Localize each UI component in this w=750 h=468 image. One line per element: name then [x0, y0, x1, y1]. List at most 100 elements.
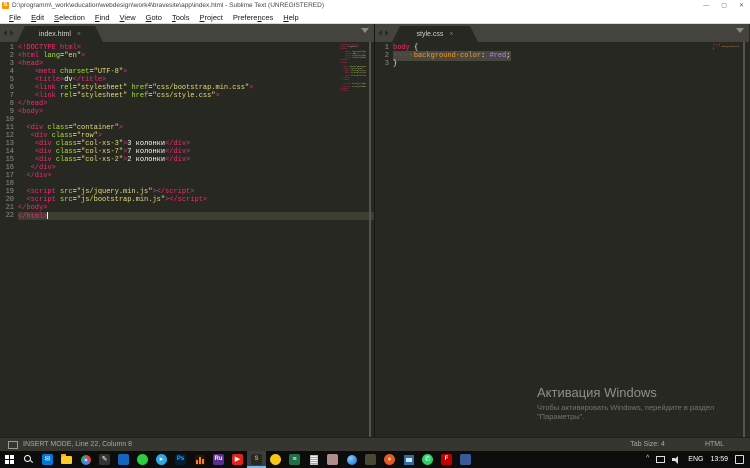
- display-tray-icon[interactable]: [656, 456, 665, 463]
- sublime-text-icon[interactable]: S: [247, 451, 266, 468]
- orange-dot-app-icon[interactable]: ●: [380, 451, 399, 468]
- code-line[interactable]: [18, 180, 374, 188]
- photoshop-icon[interactable]: Ps: [171, 451, 190, 468]
- start-button[interactable]: [0, 451, 19, 468]
- line-number: 5: [0, 76, 14, 84]
- tab-scroll-right-icon[interactable]: [385, 30, 389, 36]
- code-line[interactable]: </head>: [18, 100, 374, 108]
- minimap[interactable]: <!DOCTYPE html><html lang="en"><head> <m…: [340, 44, 366, 92]
- menu-item-preferences[interactable]: Preferences: [228, 13, 278, 22]
- code-line[interactable]: <html lang="en">: [18, 52, 374, 60]
- volume-tray-icon[interactable]: [672, 456, 681, 464]
- menu-item-selection[interactable]: Selection: [49, 13, 90, 22]
- tab-label: index.html: [39, 31, 71, 38]
- syntax-status[interactable]: HTML: [705, 441, 724, 448]
- globe-app-icon[interactable]: [342, 451, 361, 468]
- telegram-icon[interactable]: ▸: [152, 451, 171, 468]
- purple-app-icon[interactable]: Ru: [209, 451, 228, 468]
- code-line[interactable]: [18, 116, 374, 124]
- mail-icon[interactable]: ✉: [38, 451, 57, 468]
- code-line[interactable]: <script src="js/jquery.min.js"></script>: [18, 188, 374, 196]
- menu-item-edit[interactable]: Edit: [26, 13, 49, 22]
- action-center-icon[interactable]: [735, 455, 744, 464]
- blue-window-app-icon[interactable]: [399, 451, 418, 468]
- menu-item-goto[interactable]: Goto: [141, 13, 167, 22]
- whatsapp-icon[interactable]: ✆: [418, 451, 437, 468]
- tab-size-status[interactable]: Tab Size: 4: [630, 441, 665, 448]
- clock[interactable]: 13:59: [710, 456, 728, 463]
- gray-app-icon[interactable]: [323, 451, 342, 468]
- start-button-glyph: [5, 455, 14, 464]
- code-line[interactable]: <div class="col-xs-3">3 колонки</div>: [18, 140, 374, 148]
- cursor-position-status[interactable]: INSERT MODE, Line 22, Column 8: [23, 441, 630, 448]
- code-line[interactable]: ----background-color: #red;: [393, 52, 749, 60]
- lamp-app-icon-glyph: [270, 454, 281, 465]
- green-circle-app-icon[interactable]: [133, 451, 152, 468]
- minimize-button[interactable]: —: [703, 2, 709, 10]
- code-line[interactable]: <body>: [18, 108, 374, 116]
- keyboard-language[interactable]: ENG: [688, 456, 703, 463]
- blue-app-icon[interactable]: [114, 451, 133, 468]
- selected-text[interactable]: ----background-color: #red;: [393, 52, 510, 60]
- line-number: 16: [0, 164, 14, 172]
- menu-item-help[interactable]: Help: [278, 13, 303, 22]
- file-explorer-icon[interactable]: [57, 451, 76, 468]
- youtube-icon[interactable]: ▶: [228, 451, 247, 468]
- code-line[interactable]: </div>: [18, 164, 374, 172]
- purple-app-icon-glyph: Ru: [213, 454, 224, 465]
- code-line[interactable]: <div class="row">: [18, 132, 374, 140]
- tab-close-icon[interactable]: ×: [449, 31, 453, 38]
- green-doc-app-icon[interactable]: ≡: [285, 451, 304, 468]
- code-line[interactable]: </div>: [18, 172, 374, 180]
- menu-item-tools[interactable]: Tools: [167, 13, 195, 22]
- tab-style-css[interactable]: style.css ×: [392, 26, 478, 42]
- sublime-text-icon-glyph: S: [251, 454, 262, 465]
- tab-scroll-right-icon[interactable]: [10, 30, 14, 36]
- code-line[interactable]: </body>: [18, 204, 374, 212]
- tab-close-icon[interactable]: ×: [77, 31, 81, 38]
- blue-app2-icon[interactable]: [456, 451, 475, 468]
- scrollbar[interactable]: [369, 42, 371, 437]
- code-line[interactable]: <div class="container">: [18, 124, 374, 132]
- minimap[interactable]: body {----background-color: #red;}: [713, 44, 739, 51]
- close-button[interactable]: ✕: [739, 2, 744, 10]
- notepad-icon[interactable]: [304, 451, 323, 468]
- tab-scroll-left-icon[interactable]: [3, 30, 7, 36]
- code-line[interactable]: <link rel="stylesheet" href="css/bootstr…: [18, 84, 374, 92]
- code-line[interactable]: <!DOCTYPE html>: [18, 44, 374, 52]
- lamp-app-icon[interactable]: [266, 451, 285, 468]
- audio-app-icon[interactable]: [190, 451, 209, 468]
- tray-expand-icon[interactable]: ^: [646, 455, 649, 462]
- code-line[interactable]: <link rel="stylesheet" href="css/style.c…: [18, 92, 374, 100]
- code-line[interactable]: </html>: [18, 212, 374, 220]
- orange-dot-app-icon-glyph: ●: [384, 454, 395, 465]
- search-icon[interactable]: [19, 451, 38, 468]
- code-editor[interactable]: body {----background-color: #red;}: [393, 42, 749, 437]
- text-cursor: [47, 212, 48, 219]
- code-line[interactable]: <head>: [18, 60, 374, 68]
- menu-item-find[interactable]: Find: [90, 13, 115, 22]
- maximize-button[interactable]: ▢: [721, 2, 727, 10]
- code-line[interactable]: <script src="js/bootstrap.min.js"></scri…: [18, 196, 374, 204]
- menu-item-project[interactable]: Project: [194, 13, 227, 22]
- code-line[interactable]: body {: [393, 44, 749, 52]
- menu-item-file[interactable]: File: [4, 13, 26, 22]
- red-adobe-app-icon[interactable]: F: [437, 451, 456, 468]
- code-editor[interactable]: <!DOCTYPE html><html lang="en"><head> <m…: [18, 42, 374, 437]
- dark-app-icon[interactable]: [361, 451, 380, 468]
- tab-index-html[interactable]: index.html ×: [17, 26, 103, 42]
- code-line[interactable]: <title>dv</title>: [18, 76, 374, 84]
- code-line[interactable]: }: [393, 60, 749, 68]
- code-line[interactable]: <meta charset="UTF-8">: [18, 68, 374, 76]
- code-line[interactable]: <div class="col-xs-2">2 колонки</div>: [18, 156, 374, 164]
- scrollbar[interactable]: [743, 42, 745, 437]
- tab-scroll-left-icon[interactable]: [378, 30, 382, 36]
- pen-tool-icon[interactable]: ✎: [95, 451, 114, 468]
- line-number: 11: [0, 124, 14, 132]
- tab-overflow-icon[interactable]: [736, 28, 744, 33]
- green-doc-app-icon-glyph: ≡: [289, 454, 300, 465]
- chrome-icon[interactable]: [76, 451, 95, 468]
- menu-item-view[interactable]: View: [115, 13, 141, 22]
- tab-overflow-icon[interactable]: [361, 28, 369, 33]
- code-line[interactable]: <div class="col-xs-7">7 колонки</div>: [18, 148, 374, 156]
